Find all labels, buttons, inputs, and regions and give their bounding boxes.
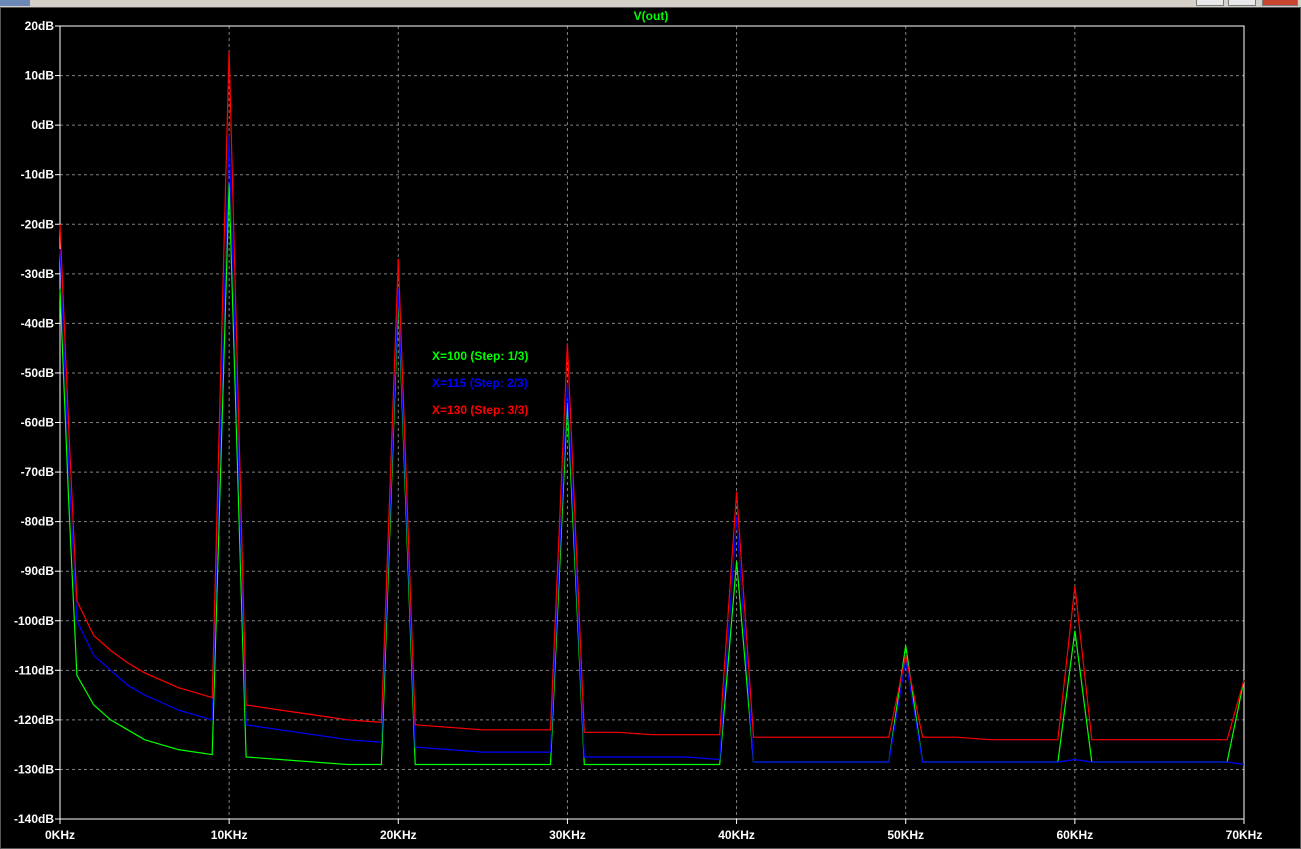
legend-entry-step-2: X=115 (Step: 2/3) — [432, 376, 528, 390]
y-tick-label: -90dB — [21, 564, 55, 578]
y-tick-label: -110dB — [15, 663, 55, 677]
y-tick-label: 0dB — [31, 118, 54, 132]
legend-entry-step-1: X=100 (Step: 1/3) — [432, 349, 528, 363]
trace-step-3 — [59, 50, 1245, 741]
minimize-icon[interactable] — [1196, 0, 1224, 6]
y-tick-label: -130dB — [14, 762, 54, 776]
ltspice-waveform-window: 0KHz 10KHz 20KHz 30KHz 40KHz 50KHz 60KHz 70KHz 2… — [0, 0, 1301, 849]
y-tick-label: 10dB — [25, 69, 55, 83]
y-tick-label: -120dB — [14, 713, 54, 727]
y-tick-label: -40dB — [21, 316, 55, 330]
x-tick-label: 50KHz — [887, 828, 924, 842]
plot-pane[interactable]: 0KHz 10KHz 20KHz 30KHz 40KHz 50KHz 60KHz 70KHz 2… — [0, 7, 1301, 849]
x-tick-label: 0KHz — [45, 828, 75, 842]
x-tick-label: 60KHz — [1057, 828, 1094, 842]
maximize-icon[interactable] — [1228, 0, 1256, 6]
y-tick-label: -20dB — [21, 217, 55, 231]
traces — [59, 50, 1245, 766]
window-icon — [0, 0, 30, 6]
step-legend: X=100 (Step: 1/3) X=115 (Step: 2/3) X=130 … — [432, 349, 528, 417]
y-tick-label: -140dB — [14, 812, 54, 826]
y-tick-label: -70dB — [21, 465, 55, 479]
y-tick-label: -10dB — [21, 168, 55, 182]
y-tick-label: -100dB — [14, 614, 54, 628]
x-tick-label: 30KHz — [549, 828, 586, 842]
y-tick-label: -50dB — [21, 366, 55, 380]
titlebar — [0, 0, 1301, 7]
legend-entry-step-3: X=130 (Step: 3/3) — [432, 403, 528, 417]
close-icon[interactable] — [1262, 0, 1298, 6]
x-tick-label: 40KHz — [718, 828, 755, 842]
trace-step-2 — [59, 134, 1245, 766]
trace-title[interactable]: V(out) — [634, 9, 669, 23]
y-tick-label: -60dB — [21, 416, 55, 430]
waveform-chart[interactable]: 0KHz 10KHz 20KHz 30KHz 40KHz 50KHz 60KHz 70KHz 2… — [1, 8, 1300, 848]
y-tick-label: -80dB — [21, 515, 55, 529]
trace-step-1 — [59, 184, 1245, 766]
y-tick-label: -30dB — [21, 267, 55, 281]
x-tick-label: 20KHz — [380, 828, 417, 842]
x-tick-label: 70KHz — [1226, 828, 1263, 842]
y-tick-label: 20dB — [25, 19, 55, 33]
x-tick-label: 10KHz — [211, 828, 248, 842]
